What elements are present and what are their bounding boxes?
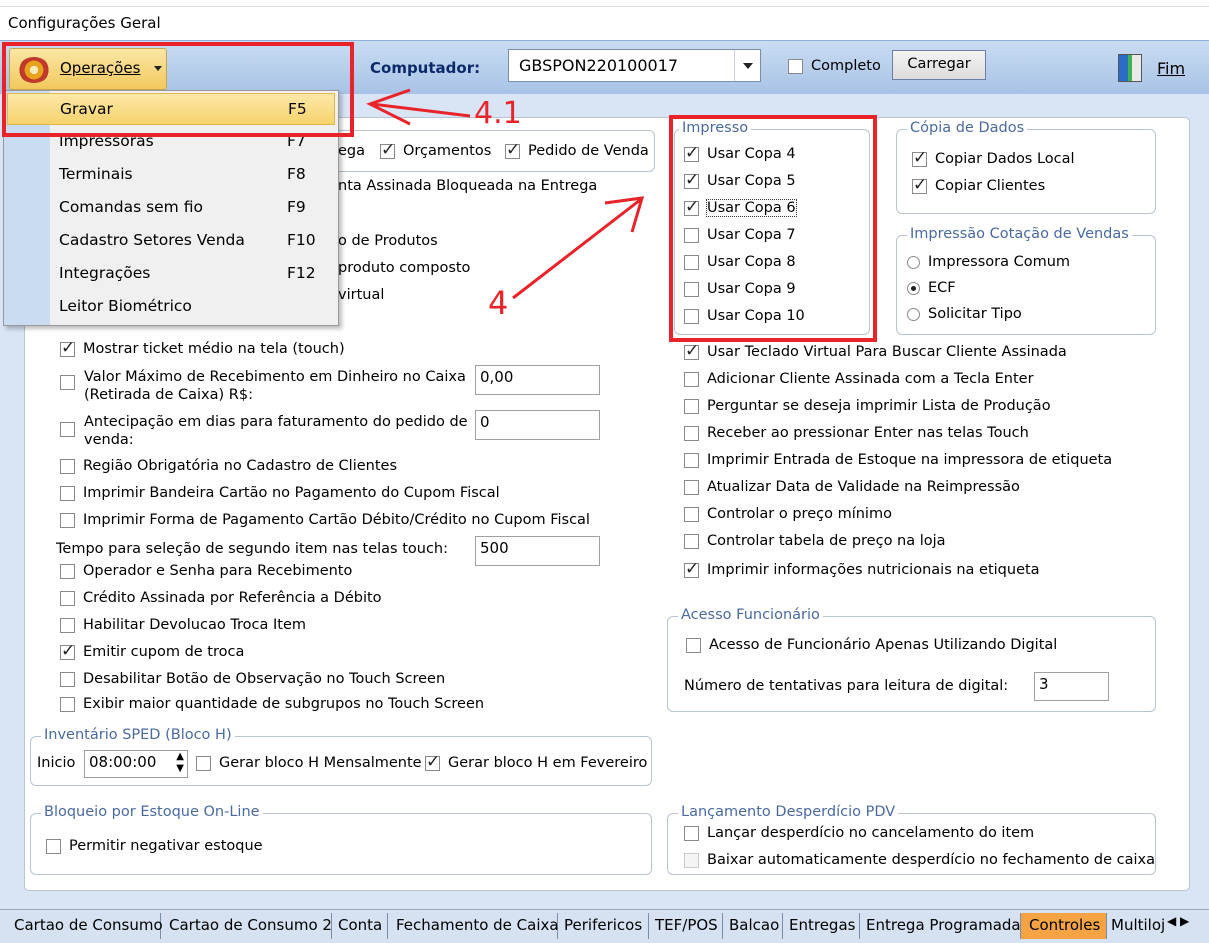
tab-perifericos[interactable]: Perifericos bbox=[558, 913, 649, 939]
arrow-4-1-line bbox=[371, 102, 471, 118]
tab-label: Entregas bbox=[789, 916, 856, 934]
annotation-4-1: 4.1 bbox=[474, 96, 522, 131]
tab-entrega-programada[interactable]: Entrega Programada bbox=[860, 913, 1021, 939]
tab-entregas[interactable]: Entregas bbox=[783, 913, 860, 939]
tab-cartao-consumo[interactable]: Cartao de Consumo bbox=[10, 913, 163, 939]
tab-label: Controles bbox=[1029, 916, 1101, 934]
tab-tef-pos[interactable]: TEF/POS bbox=[649, 913, 723, 939]
tab-label: Fechamento de Caixa bbox=[396, 916, 559, 934]
annotation-4: 4 bbox=[488, 284, 509, 322]
tab-label: Conta bbox=[338, 916, 383, 934]
tab-label: Cartao de Consumo bbox=[14, 916, 163, 934]
tab-label: TEF/POS bbox=[655, 916, 718, 934]
tab-label: Perifericos bbox=[564, 916, 643, 934]
arrow-4-line bbox=[512, 198, 641, 300]
tab-label: Cartao de Consumo 2 bbox=[169, 916, 332, 934]
tab-cartao-consumo-2[interactable]: Cartao de Consumo 2 bbox=[161, 913, 332, 939]
tab-label: Balcao bbox=[729, 916, 780, 934]
tab-fechamento-caixa[interactable]: Fechamento de Caixa bbox=[388, 913, 559, 939]
tab-controles[interactable]: Controles bbox=[1021, 913, 1107, 939]
tab-scroll-arrows-icon[interactable]: ◀ ▶ bbox=[1167, 914, 1189, 928]
tab-multiloj[interactable]: Multiloj bbox=[1107, 913, 1167, 939]
tab-label: Multiloj bbox=[1111, 916, 1166, 934]
tab-balcao[interactable]: Balcao bbox=[723, 913, 783, 939]
tab-label: Entrega Programada bbox=[866, 916, 1021, 934]
tab-conta[interactable]: Conta bbox=[332, 913, 388, 939]
annotation-arrows bbox=[366, 88, 645, 300]
